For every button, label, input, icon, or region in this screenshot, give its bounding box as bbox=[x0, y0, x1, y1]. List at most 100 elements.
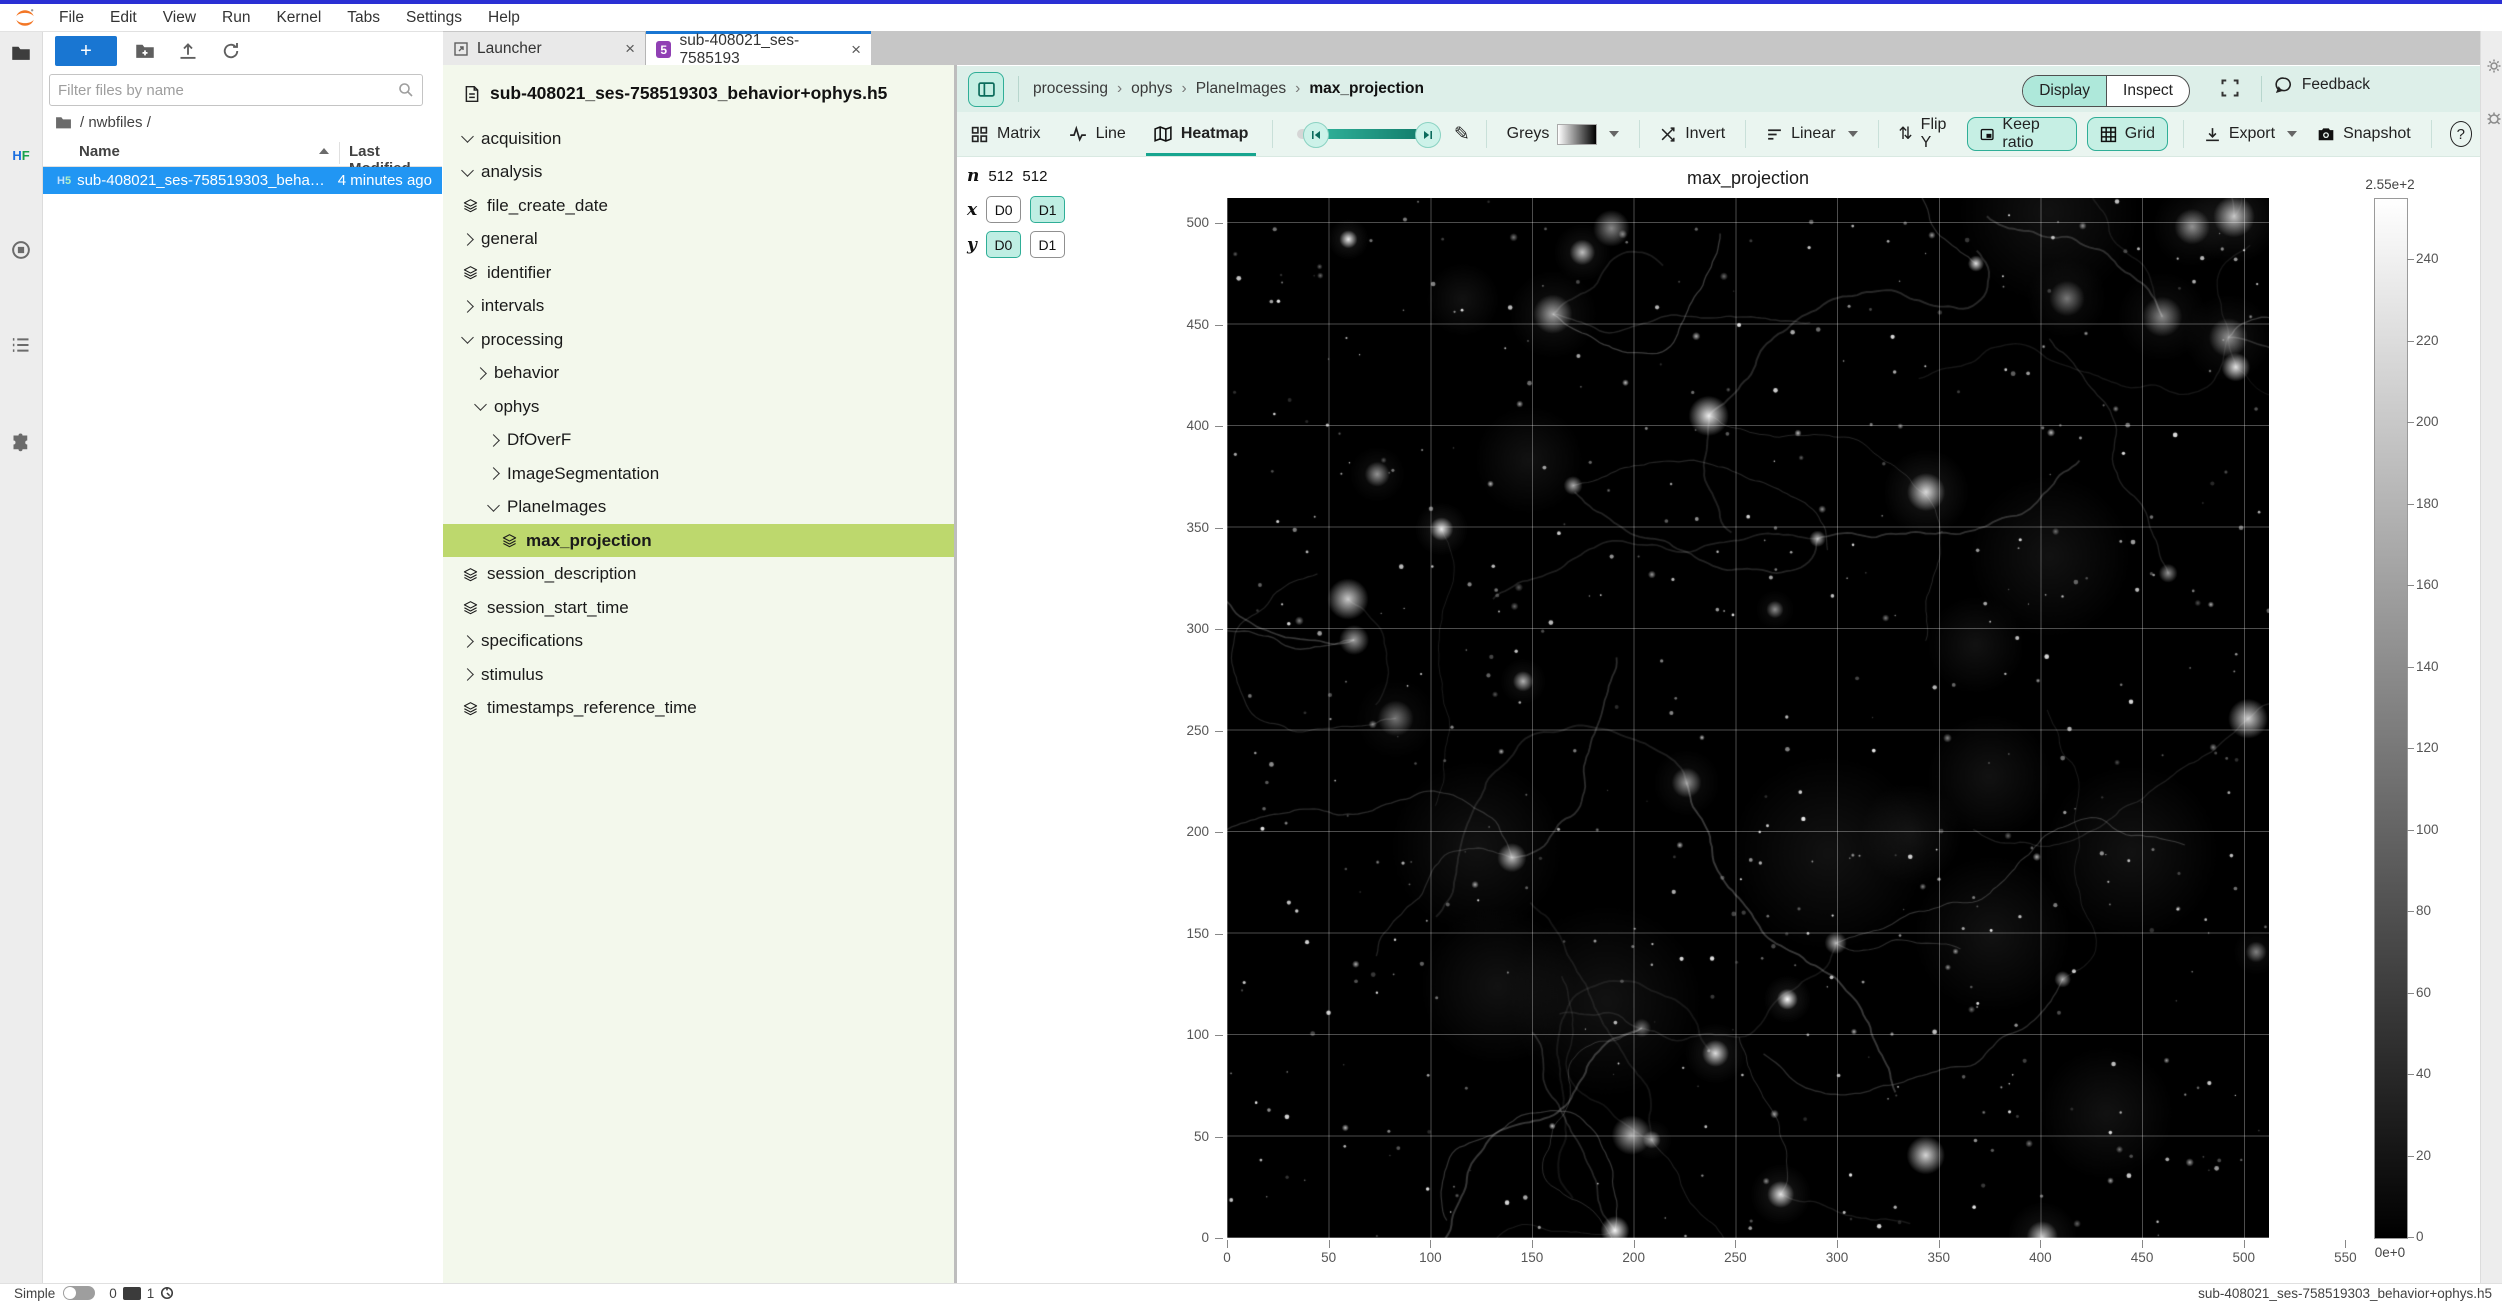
hdf5-browser-icon[interactable]: HF bbox=[10, 144, 32, 166]
menu-item-tabs[interactable]: Tabs bbox=[334, 9, 393, 27]
y-tick-label: 300 bbox=[1149, 621, 1209, 636]
tab-h5-file[interactable]: 5 sub-408021_ses-7585193 × bbox=[646, 31, 871, 65]
export-button[interactable]: Export bbox=[2194, 125, 2307, 143]
tree-item-file_create_date[interactable]: file_create_date bbox=[443, 189, 974, 222]
tree-item-PlaneImages[interactable]: PlaneImages bbox=[443, 491, 1000, 524]
y-tick-mark bbox=[1215, 832, 1223, 833]
colormap-selector[interactable]: Greys bbox=[1497, 124, 1630, 145]
x-d0-button[interactable]: D0 bbox=[986, 196, 1021, 223]
file-browser-panel: + / nwbfiles / Name Last Modified H5 bbox=[43, 32, 444, 1283]
h5-file-title[interactable]: sub-408021_ses-758519303_behavior+ophys.… bbox=[463, 83, 887, 104]
divider bbox=[1639, 120, 1640, 148]
menu-item-kernel[interactable]: Kernel bbox=[263, 9, 334, 27]
menu-item-view[interactable]: View bbox=[150, 9, 209, 27]
menu-item-edit[interactable]: Edit bbox=[97, 9, 150, 27]
grid-icon bbox=[2100, 126, 2117, 143]
property-inspector-gear-icon[interactable] bbox=[2483, 55, 2502, 77]
close-icon[interactable]: × bbox=[625, 39, 635, 59]
refresh-icon[interactable] bbox=[221, 41, 243, 63]
menu-item-help[interactable]: Help bbox=[475, 9, 533, 27]
breadcrumb[interactable]: / nwbfiles / bbox=[55, 114, 151, 131]
toggle-sidebar-button[interactable] bbox=[968, 72, 1004, 107]
tree-item-identifier[interactable]: identifier bbox=[443, 256, 974, 289]
domain-slider[interactable] bbox=[1297, 129, 1434, 139]
breadcrumb-segment-ophys[interactable]: ophys bbox=[1131, 80, 1172, 98]
invert-colormap-button[interactable]: Invert bbox=[1650, 125, 1735, 143]
search-icon bbox=[398, 82, 414, 98]
tree-item-ImageSegmentation[interactable]: ImageSegmentation bbox=[443, 457, 1000, 490]
inspect-mode-button[interactable]: Inspect bbox=[2107, 76, 2189, 106]
grid-toggle[interactable]: Grid bbox=[2087, 117, 2168, 151]
menu-item-settings[interactable]: Settings bbox=[393, 9, 475, 27]
domain-min-handle[interactable] bbox=[1303, 122, 1329, 148]
simple-mode-toggle[interactable] bbox=[63, 1286, 95, 1300]
keep-ratio-toggle[interactable]: Keep ratio bbox=[1967, 117, 2077, 151]
y-tick-label: 100 bbox=[1149, 1027, 1209, 1042]
toggle-knob bbox=[64, 1287, 76, 1299]
tree-item-specifications[interactable]: specifications bbox=[443, 625, 974, 658]
flip-y-button[interactable]: ⇅ Flip Y bbox=[1888, 116, 1962, 152]
vis-tab-matrix[interactable]: Matrix bbox=[957, 112, 1055, 156]
running-sessions-icon[interactable] bbox=[10, 239, 32, 261]
dataset-icon bbox=[463, 265, 478, 280]
feedback-button[interactable]: Feedback bbox=[2275, 76, 2370, 94]
edit-domain-icon[interactable]: ✎ bbox=[1454, 123, 1470, 146]
menu-item-run[interactable]: Run bbox=[209, 9, 263, 27]
tree-item-DfOverF[interactable]: DfOverF bbox=[443, 424, 1000, 457]
display-mode-button[interactable]: Display bbox=[2023, 76, 2107, 106]
terminal-icon[interactable] bbox=[123, 1286, 141, 1301]
chevron-right-icon bbox=[461, 668, 474, 681]
tree-item-session_description[interactable]: session_description bbox=[443, 558, 974, 591]
colorbar-tick-label: 40 bbox=[2416, 1066, 2464, 1081]
file-browser-icon[interactable] bbox=[10, 42, 32, 64]
tree-item-label: session_description bbox=[487, 564, 636, 584]
tab-launcher[interactable]: Launcher × bbox=[443, 32, 646, 65]
tree-item-session_start_time[interactable]: session_start_time bbox=[443, 591, 974, 624]
upload-icon[interactable] bbox=[178, 41, 200, 63]
tree-item-general[interactable]: general bbox=[443, 223, 974, 256]
breadcrumb-segment-max_projection[interactable]: max_projection bbox=[1309, 80, 1424, 98]
extensions-icon[interactable] bbox=[10, 432, 32, 454]
scale-selector[interactable]: Linear bbox=[1756, 125, 1867, 143]
table-of-contents-icon[interactable] bbox=[10, 334, 32, 356]
heatmap-canvas[interactable] bbox=[1227, 198, 2269, 1238]
column-name[interactable]: Name bbox=[79, 143, 120, 160]
fullscreen-button[interactable] bbox=[2220, 78, 2240, 98]
tree-item-timestamps_reference_time[interactable]: timestamps_reference_time bbox=[443, 692, 974, 725]
h5-file-name: sub-408021_ses-758519303_behavior+ophys.… bbox=[490, 83, 887, 104]
tree-item-max_projection[interactable]: max_projection bbox=[443, 524, 1013, 557]
domain-max-handle[interactable] bbox=[1415, 122, 1441, 148]
new-folder-icon[interactable] bbox=[135, 41, 157, 63]
breadcrumb-segment-processing[interactable]: processing bbox=[1033, 80, 1108, 98]
sort-ascending-icon[interactable] bbox=[319, 148, 329, 154]
viewer-breadcrumb[interactable]: processing›ophys›PlaneImages›max_project… bbox=[1033, 80, 1424, 98]
tree-item-analysis[interactable]: analysis bbox=[443, 156, 974, 189]
close-icon[interactable]: × bbox=[851, 40, 861, 60]
vis-tab-line[interactable]: Line bbox=[1055, 112, 1140, 156]
y-tick-mark bbox=[1215, 934, 1223, 935]
y-tick-label: 400 bbox=[1149, 418, 1209, 433]
tree-item-ophys[interactable]: ophys bbox=[443, 390, 987, 423]
help-icon[interactable]: ? bbox=[2450, 121, 2473, 147]
current-path[interactable]: / nwbfiles / bbox=[80, 114, 151, 131]
filter-files-input[interactable] bbox=[50, 82, 398, 99]
vis-tab-heatmap[interactable]: Heatmap bbox=[1140, 112, 1263, 156]
tree-item-stimulus[interactable]: stimulus bbox=[443, 658, 974, 691]
tree-item-behavior[interactable]: behavior bbox=[443, 357, 987, 390]
new-launcher-button[interactable]: + bbox=[55, 36, 117, 66]
export-label: Export bbox=[2229, 125, 2275, 143]
colorbar[interactable] bbox=[2374, 198, 2408, 1239]
x-d1-button[interactable]: D1 bbox=[1030, 196, 1065, 223]
snapshot-button[interactable]: Snapshot bbox=[2307, 125, 2421, 143]
kernel-status-icon[interactable] bbox=[160, 1286, 174, 1300]
tree-item-label: acquisition bbox=[481, 129, 561, 149]
tree-item-acquisition[interactable]: acquisition bbox=[443, 122, 974, 155]
tree-item-intervals[interactable]: intervals bbox=[443, 290, 974, 323]
y-d0-button[interactable]: D0 bbox=[986, 231, 1021, 258]
file-row-selected[interactable]: H5 sub-408021_ses-758519303_beha… 4 minu… bbox=[43, 167, 442, 194]
y-d1-button[interactable]: D1 bbox=[1030, 231, 1065, 258]
debugger-icon[interactable] bbox=[2483, 107, 2502, 129]
tree-item-processing[interactable]: processing bbox=[443, 323, 974, 356]
breadcrumb-segment-PlaneImages[interactable]: PlaneImages bbox=[1196, 80, 1286, 98]
menu-item-file[interactable]: File bbox=[46, 9, 97, 27]
